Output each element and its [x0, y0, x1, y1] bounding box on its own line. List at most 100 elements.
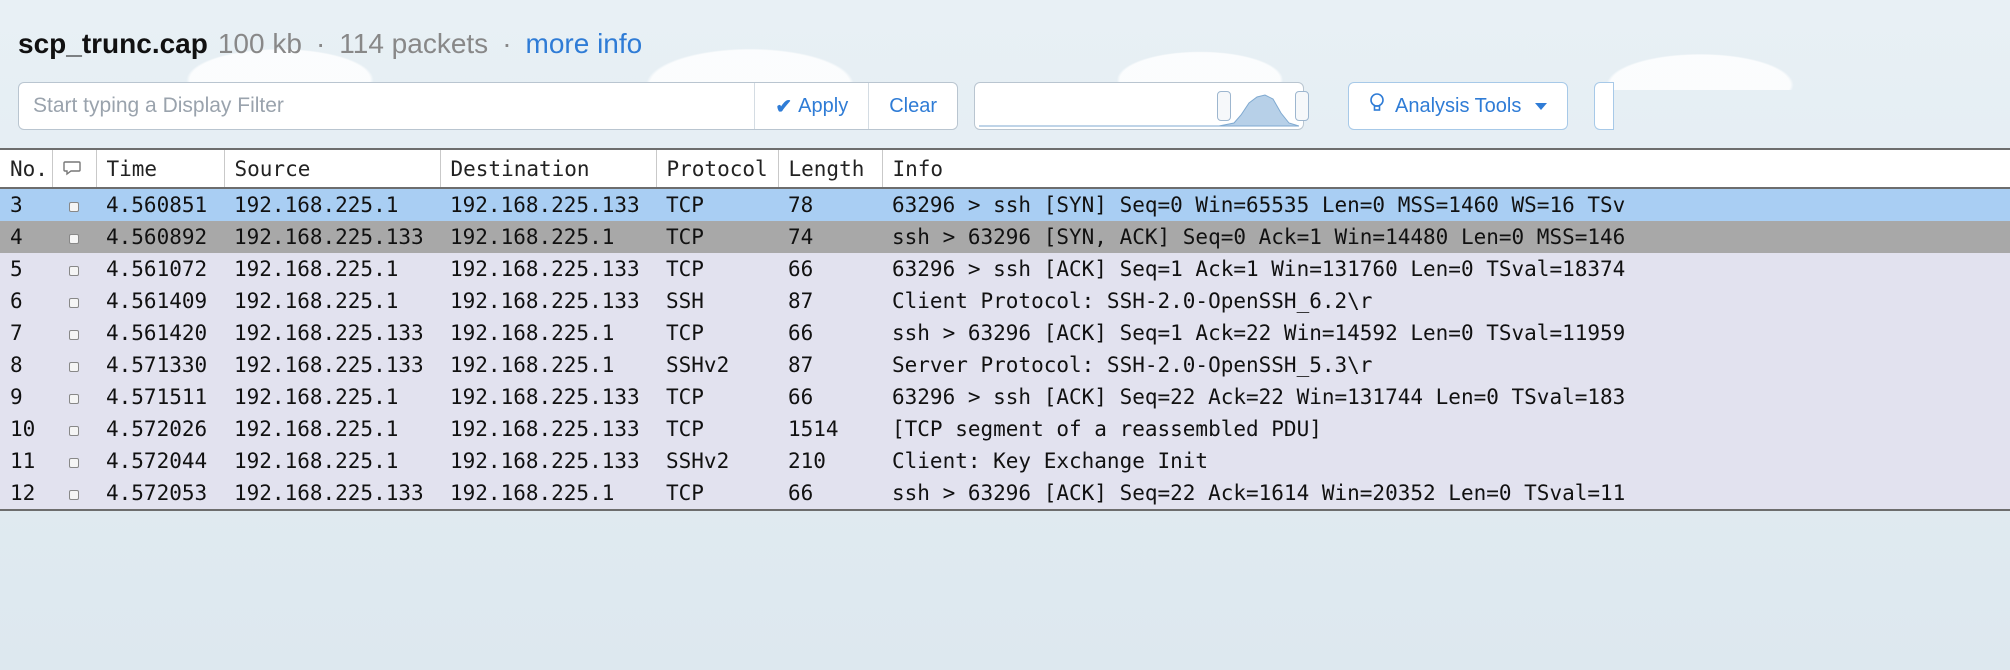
col-header-info[interactable]: Info — [882, 150, 2010, 188]
col-header-time[interactable]: Time — [96, 150, 224, 188]
file-header: scp_trunc.cap 100 kb · 114 packets · mor… — [0, 0, 2010, 68]
table-row[interactable]: 94.571511192.168.225.1192.168.225.133TCP… — [0, 381, 2010, 413]
analysis-tools-button[interactable]: Analysis Tools — [1348, 82, 1568, 130]
more-info-link[interactable]: more info — [526, 28, 643, 60]
cell-source: 192.168.225.1 — [224, 188, 440, 221]
cell-destination: 192.168.225.1 — [440, 349, 656, 381]
col-header-source[interactable]: Source — [224, 150, 440, 188]
table-row[interactable]: 104.572026192.168.225.1192.168.225.133TC… — [0, 413, 2010, 445]
cell-comment — [52, 253, 96, 285]
cell-comment — [52, 285, 96, 317]
cell-source: 192.168.225.1 — [224, 285, 440, 317]
cell-protocol: TCP — [656, 477, 778, 509]
cell-destination: 192.168.225.1 — [440, 317, 656, 349]
cell-length: 66 — [778, 253, 882, 285]
timeline-range[interactable] — [974, 82, 1304, 130]
cell-length: 78 — [778, 188, 882, 221]
cell-protocol: SSHv2 — [656, 349, 778, 381]
timeline-sparkline-icon — [979, 93, 1299, 127]
cell-time: 4.561072 — [96, 253, 224, 285]
table-row[interactable]: 44.560892192.168.225.133192.168.225.1TCP… — [0, 221, 2010, 253]
cell-protocol: SSH — [656, 285, 778, 317]
file-name: scp_trunc.cap — [18, 28, 208, 60]
clear-label: Clear — [889, 95, 937, 118]
cell-destination: 192.168.225.133 — [440, 413, 656, 445]
cell-length: 66 — [778, 477, 882, 509]
col-header-no[interactable]: No. — [0, 150, 52, 188]
range-handle-left[interactable] — [1217, 91, 1231, 121]
cell-no: 12 — [0, 477, 52, 509]
lightbulb-icon — [1369, 93, 1385, 119]
cell-protocol: TCP — [656, 381, 778, 413]
cell-destination: 192.168.225.1 — [440, 477, 656, 509]
cell-destination: 192.168.225.1 — [440, 221, 656, 253]
display-filter-input[interactable] — [19, 83, 754, 129]
table-row[interactable]: 84.571330192.168.225.133192.168.225.1SSH… — [0, 349, 2010, 381]
col-header-length[interactable]: Length — [778, 150, 882, 188]
comment-marker-icon — [69, 298, 79, 308]
comment-marker-icon — [69, 330, 79, 340]
cell-no: 4 — [0, 221, 52, 253]
comment-marker-icon — [69, 362, 79, 372]
cell-time: 4.561409 — [96, 285, 224, 317]
cell-info: 63296 > ssh [SYN] Seq=0 Win=65535 Len=0 … — [882, 188, 2010, 221]
separator-dot: · — [502, 28, 511, 60]
cell-comment — [52, 221, 96, 253]
cell-length: 210 — [778, 445, 882, 477]
clear-button[interactable]: Clear — [868, 83, 957, 129]
cell-source: 192.168.225.133 — [224, 221, 440, 253]
table-row[interactable]: 114.572044192.168.225.1192.168.225.133SS… — [0, 445, 2010, 477]
cell-source: 192.168.225.133 — [224, 477, 440, 509]
file-size: 100 kb — [218, 28, 302, 60]
comment-marker-icon — [69, 458, 79, 468]
table-row[interactable]: 74.561420192.168.225.133192.168.225.1TCP… — [0, 317, 2010, 349]
separator-dot: · — [316, 28, 325, 60]
cell-time: 4.571330 — [96, 349, 224, 381]
range-handle-right[interactable] — [1295, 91, 1309, 121]
comment-marker-icon — [69, 234, 79, 244]
cell-time: 4.561420 — [96, 317, 224, 349]
packet-table: No. Time Source Destination Protocol Len… — [0, 150, 2010, 509]
cell-destination: 192.168.225.133 — [440, 285, 656, 317]
cell-info: ssh > 63296 [ACK] Seq=22 Ack=1614 Win=20… — [882, 477, 2010, 509]
cell-no: 7 — [0, 317, 52, 349]
col-header-comment[interactable] — [52, 150, 96, 188]
cell-protocol: TCP — [656, 413, 778, 445]
table-row[interactable]: 64.561409192.168.225.1192.168.225.133SSH… — [0, 285, 2010, 317]
cell-info: Client Protocol: SSH-2.0-OpenSSH_6.2\r — [882, 285, 2010, 317]
col-header-destination[interactable]: Destination — [440, 150, 656, 188]
comment-icon — [63, 160, 81, 181]
cell-no: 8 — [0, 349, 52, 381]
table-header-row: No. Time Source Destination Protocol Len… — [0, 150, 2010, 188]
comment-marker-icon — [69, 490, 79, 500]
cell-comment — [52, 413, 96, 445]
cell-info: ssh > 63296 [SYN, ACK] Seq=0 Ack=1 Win=1… — [882, 221, 2010, 253]
cell-info: ssh > 63296 [ACK] Seq=1 Ack=22 Win=14592… — [882, 317, 2010, 349]
apply-button[interactable]: ✔ Apply — [754, 83, 868, 129]
cell-time: 4.572044 — [96, 445, 224, 477]
cell-comment — [52, 188, 96, 221]
cell-length: 1514 — [778, 413, 882, 445]
overflow-button[interactable] — [1594, 82, 1614, 130]
cell-destination: 192.168.225.133 — [440, 253, 656, 285]
cell-protocol: TCP — [656, 253, 778, 285]
cell-source: 192.168.225.1 — [224, 445, 440, 477]
cell-length: 66 — [778, 381, 882, 413]
table-row[interactable]: 124.572053192.168.225.133192.168.225.1TC… — [0, 477, 2010, 509]
packet-count: 114 packets — [339, 28, 488, 60]
cell-info: 63296 > ssh [ACK] Seq=1 Ack=1 Win=131760… — [882, 253, 2010, 285]
table-row[interactable]: 34.560851192.168.225.1192.168.225.133TCP… — [0, 188, 2010, 221]
col-header-protocol[interactable]: Protocol — [656, 150, 778, 188]
cell-source: 192.168.225.1 — [224, 413, 440, 445]
cell-comment — [52, 477, 96, 509]
cell-time: 4.560851 — [96, 188, 224, 221]
cell-comment — [52, 349, 96, 381]
comment-marker-icon — [69, 426, 79, 436]
cell-protocol: TCP — [656, 188, 778, 221]
cell-comment — [52, 381, 96, 413]
comment-marker-icon — [69, 394, 79, 404]
cell-time: 4.560892 — [96, 221, 224, 253]
cell-destination: 192.168.225.133 — [440, 381, 656, 413]
cell-time: 4.572026 — [96, 413, 224, 445]
table-row[interactable]: 54.561072192.168.225.1192.168.225.133TCP… — [0, 253, 2010, 285]
